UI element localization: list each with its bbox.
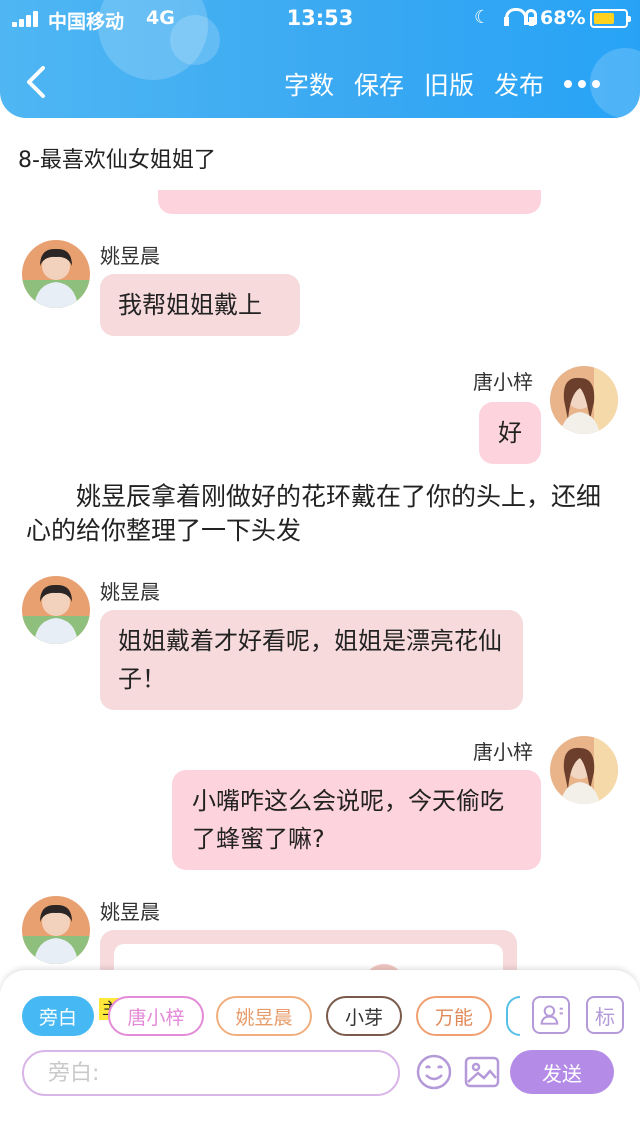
more-icon[interactable] — [562, 72, 602, 96]
speaker-name: 姚昱晨 — [100, 580, 160, 604]
message-bubble[interactable]: 好 — [479, 402, 541, 464]
speaker-name: 唐小梓 — [473, 370, 533, 394]
role-chip-wanneng[interactable]: 万能 — [416, 996, 492, 1036]
role-chip-xiaoya[interactable]: 小芽 — [326, 996, 402, 1036]
moon-icon: ☾ — [474, 7, 491, 28]
app-header: 中国移动 4G 13:53 ☾ 68% 字数 保存 旧版 发布 — [0, 0, 640, 118]
status-bar: 中国移动 4G 13:53 ☾ 68% — [0, 0, 640, 40]
battery-percent: 68% — [540, 7, 586, 29]
image-icon — [464, 1056, 500, 1088]
header-actions: 字数 保存 旧版 发布 — [264, 66, 544, 102]
speaker-name: 姚昱晨 — [100, 244, 160, 268]
image-card — [114, 944, 503, 972]
headphones-icon — [504, 8, 534, 26]
message-bubble[interactable]: 小嘴咋这么会说呢，今天偷吃了蜂蜜了嘛? — [172, 770, 541, 870]
chevron-left-icon — [27, 66, 45, 98]
message-input[interactable] — [22, 1050, 400, 1096]
speaker-name: 姚昱晨 — [100, 900, 160, 924]
save-button[interactable]: 保存 — [354, 66, 404, 102]
emoji-button[interactable] — [414, 1052, 454, 1092]
publish-button[interactable]: 发布 — [494, 66, 544, 102]
back-button[interactable] — [18, 62, 58, 102]
image-message-bubble[interactable] — [100, 930, 517, 972]
image-button[interactable] — [462, 1052, 502, 1092]
person-card-icon — [540, 1005, 563, 1025]
label-button[interactable]: 标 — [586, 996, 624, 1034]
avatar-tangxiaozi[interactable] — [550, 736, 618, 804]
message-bubble[interactable]: 姐姐戴着才好看呢，姐姐是漂亮花仙子！ — [100, 610, 523, 710]
story-feed[interactable]: 姚昱晨 我帮姐姐戴上 唐小梓 好 姚昱辰拿着刚做好的花环戴在了你的头上，还细心的… — [0, 190, 640, 972]
message-bubble[interactable]: 我帮姐姐戴上 — [100, 274, 300, 336]
girl-avatar-icon — [550, 366, 618, 434]
speaker-name: 唐小梓 — [473, 740, 533, 764]
emoji-icon — [416, 1054, 452, 1090]
avatar-tangxiaozi[interactable] — [550, 366, 618, 434]
avatar-yaoyuchen[interactable] — [22, 896, 90, 964]
word-count-button[interactable]: 字数 — [284, 66, 334, 102]
composer-panel: 旁白 主 唐小梓 姚昱晨 小芽 万能 标 发送 — [0, 970, 640, 1139]
role-chip-narration[interactable]: 旁白 — [22, 996, 94, 1036]
girl-avatar-icon — [550, 736, 618, 804]
role-chip-yaoyuchen[interactable]: 姚昱晨 — [216, 996, 312, 1036]
avatar-yaoyuchen[interactable] — [22, 240, 90, 308]
role-chip-partial[interactable] — [506, 996, 520, 1036]
rotation-lock-icon — [525, 9, 537, 25]
boy-avatar-icon — [22, 576, 90, 644]
message-bubble-partial — [158, 190, 541, 214]
narration-text[interactable]: 姚昱辰拿着刚做好的花环戴在了你的头上，还细心的给你整理了一下头发 — [26, 480, 616, 548]
battery-icon — [590, 9, 631, 28]
role-chip-tangxiaozi[interactable]: 唐小梓 — [108, 996, 204, 1036]
character-manage-button[interactable] — [532, 996, 570, 1034]
old-version-button[interactable]: 旧版 — [424, 66, 474, 102]
battery-fill — [594, 13, 614, 24]
story-title: 8-最喜欢仙女姐姐了 — [18, 148, 216, 173]
avatar-yaoyuchen[interactable] — [22, 576, 90, 644]
send-button[interactable]: 发送 — [510, 1050, 614, 1094]
boy-avatar-icon — [22, 896, 90, 964]
boy-avatar-icon — [22, 240, 90, 308]
